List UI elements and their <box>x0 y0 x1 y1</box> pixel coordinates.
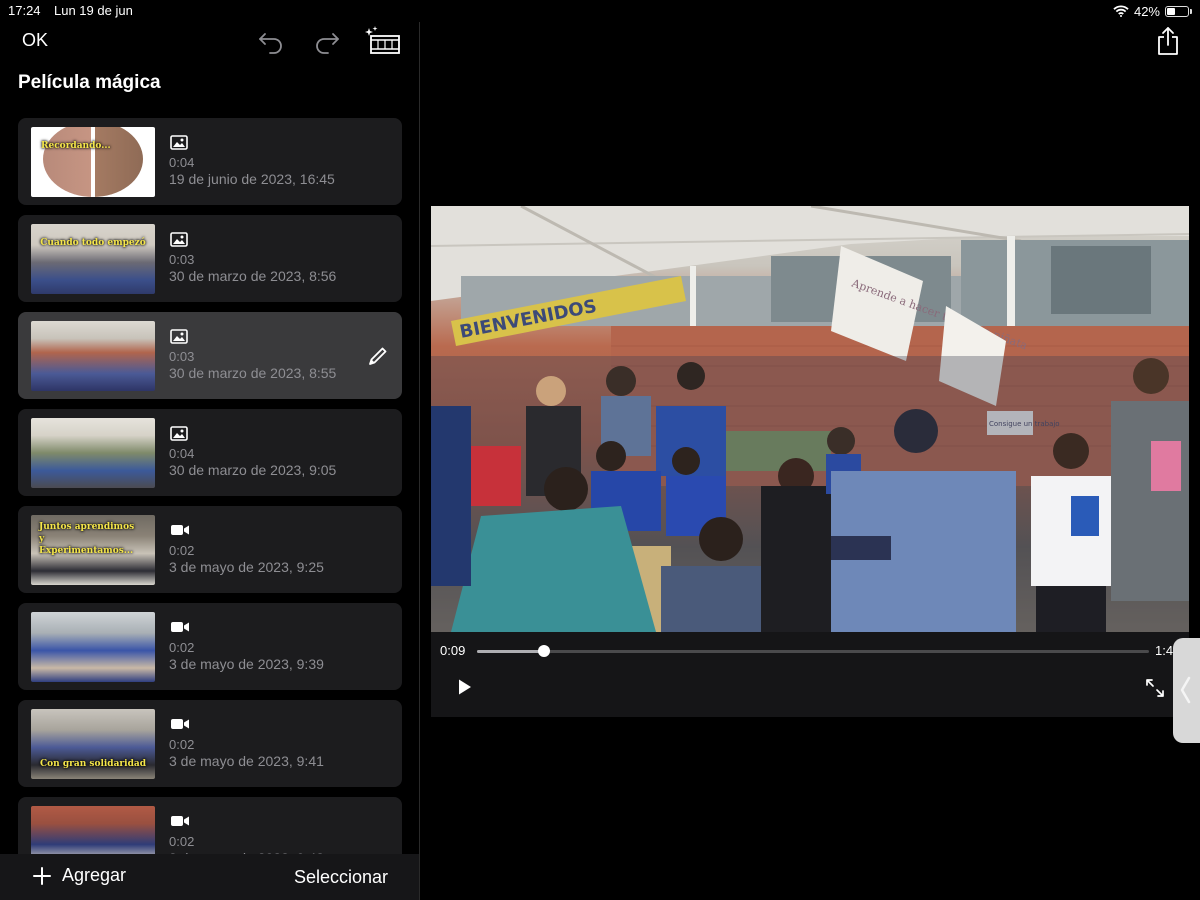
ok-button[interactable]: OK <box>22 30 48 51</box>
clip-card[interactable]: Juntos aprendimos y Experimentamos... 0:… <box>18 506 402 593</box>
side-panel-handle[interactable] <box>1173 638 1200 743</box>
current-time: 0:09 <box>440 643 466 658</box>
photo-icon <box>170 232 188 247</box>
clip-card[interactable]: 0:04 30 de marzo de 2023, 9:05 <box>18 409 402 496</box>
scrubber-track[interactable] <box>477 645 1149 657</box>
video-camera-icon <box>171 622 189 632</box>
photo-icon <box>170 426 188 441</box>
thumbnail-caption: Recordando... <box>41 141 111 151</box>
thumbnail-caption: Con gran solidaridad <box>40 759 146 769</box>
battery-icon <box>1165 5 1189 17</box>
battery-level <box>1167 7 1176 15</box>
scrubber-progress <box>477 650 545 653</box>
chevron-left-icon <box>1180 676 1191 704</box>
clip-duration: 0:02 <box>169 834 195 849</box>
clip-date: 30 de marzo de 2023, 8:55 <box>169 365 337 381</box>
share-icon[interactable] <box>1156 26 1180 56</box>
clip-thumbnail <box>31 418 155 488</box>
clip-duration: 0:02 <box>169 640 195 655</box>
clip-duration: 0:02 <box>169 737 195 752</box>
thumbnail-photo <box>43 127 143 197</box>
expand-icon[interactable] <box>1145 678 1165 698</box>
clip-thumbnail <box>31 612 155 682</box>
clip-card[interactable]: Cuando todo empezó 0:03 30 de marzo de 2… <box>18 215 402 302</box>
clip-date: 30 de marzo de 2023, 8:56 <box>169 268 337 284</box>
panel-divider <box>419 22 420 900</box>
battery-nub <box>1190 8 1192 14</box>
status-date: Lun 19 de jun <box>54 3 133 18</box>
clip-thumbnail: Juntos aprendimos y Experimentamos... <box>31 515 155 585</box>
clip-card-selected[interactable]: 0:03 30 de marzo de 2023, 8:55 <box>18 312 402 399</box>
status-indicators: 42% <box>1113 2 1192 20</box>
clip-date: 30 de marzo de 2023, 9:05 <box>169 462 337 478</box>
total-time: 1:4 <box>1155 643 1174 658</box>
clip-card[interactable]: Recordando... 0:04 19 de junio de 2023, … <box>18 118 402 205</box>
clip-thumbnail: Con gran solidaridad <box>31 709 155 779</box>
status-time: 17:24 <box>8 3 41 18</box>
undo-icon[interactable] <box>256 26 286 56</box>
add-button[interactable]: Agregar <box>32 865 126 886</box>
clip-date: 3 de mayo de 2023, 9:25 <box>169 559 324 575</box>
select-button[interactable]: Seleccionar <box>294 867 388 888</box>
photo-icon <box>170 135 188 150</box>
scrubber-handle[interactable] <box>538 645 551 657</box>
magic-movie-icon[interactable] <box>364 26 402 56</box>
redo-icon[interactable] <box>312 26 342 56</box>
player-controls: 0:09 1:4 <box>431 632 1189 717</box>
clip-duration: 0:03 <box>169 349 195 364</box>
video-camera-icon <box>171 525 189 535</box>
add-label: Agregar <box>62 865 127 885</box>
video-camera-icon <box>171 816 189 826</box>
clip-card[interactable]: 0:02 3 de mayo de 2023, 9:39 <box>18 603 402 690</box>
clip-thumbnail <box>31 321 155 391</box>
battery-percentage: 42% <box>1133 3 1160 19</box>
thumbnail-caption: Juntos aprendimos y Experimentamos... <box>39 522 135 556</box>
clip-duration: 0:03 <box>169 252 195 267</box>
preview-photo: BIENVENIDOS Aprende a hacer tu propia pi… <box>431 206 1189 632</box>
clip-card[interactable]: Con gran solidaridad 0:02 3 de mayo de 2… <box>18 700 402 787</box>
clip-thumbnail: Recordando... <box>31 127 155 197</box>
plus-icon <box>33 866 51 885</box>
wifi-icon <box>1113 5 1129 17</box>
play-icon[interactable] <box>457 678 473 696</box>
photo-icon <box>170 329 188 344</box>
clip-thumbnail: Cuando todo empezó <box>31 224 155 294</box>
clip-date: 3 de mayo de 2023, 9:39 <box>169 656 324 672</box>
clip-duration: 0:04 <box>169 446 195 461</box>
clip-date: 3 de mayo de 2023, 9:41 <box>169 753 324 769</box>
video-camera-icon <box>171 719 189 729</box>
panel-title: Película mágica <box>18 72 161 93</box>
thumbnail-caption: Cuando todo empezó <box>40 238 146 248</box>
clip-panel: OK Película mágica Recordando... 0:04 19… <box>0 22 419 900</box>
bottom-toolbar: Agregar Seleccionar <box>0 854 419 900</box>
video-preview[interactable]: BIENVENIDOS Aprende a hacer tu propia pi… <box>431 206 1189 632</box>
clip-date: 19 de junio de 2023, 16:45 <box>169 171 335 187</box>
clip-duration: 0:02 <box>169 543 195 558</box>
clip-duration: 0:04 <box>169 155 195 170</box>
pencil-icon[interactable] <box>367 345 389 367</box>
